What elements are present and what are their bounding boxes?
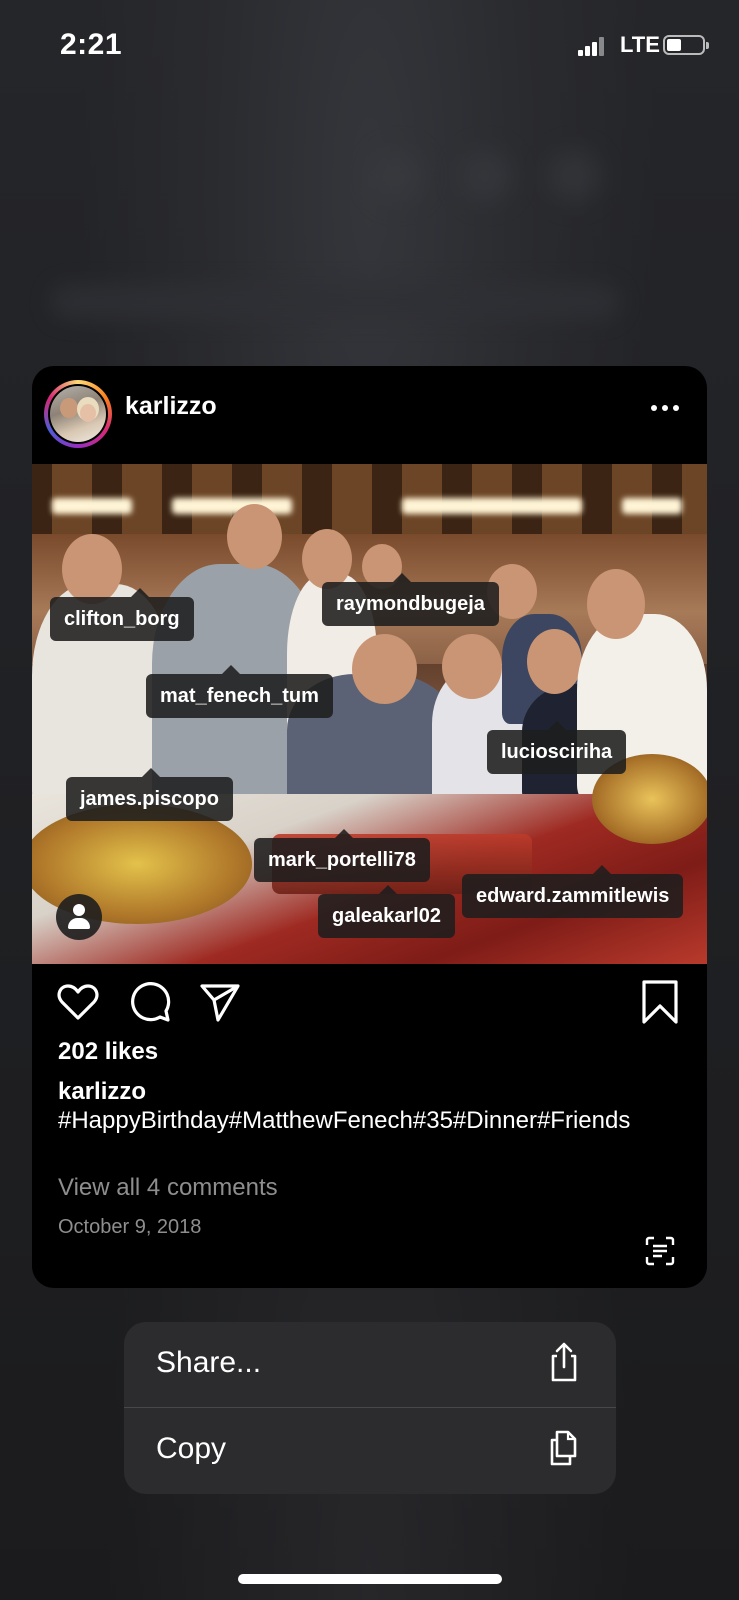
tagged-people-icon[interactable]	[56, 894, 102, 940]
photo-tag[interactable]: edward.zammitlewis	[462, 865, 684, 918]
comment-icon[interactable]	[126, 978, 174, 1026]
battery-icon	[663, 35, 709, 55]
caption-username[interactable]: karlizzo	[58, 1078, 146, 1106]
copy-menu-item[interactable]: Copy	[124, 1408, 616, 1493]
context-menu: Share... Copy	[124, 1322, 616, 1494]
photo-tag[interactable]: clifton_borg	[50, 588, 194, 641]
network-label: LTE	[620, 32, 660, 57]
view-comments-link[interactable]: View all 4 comments	[58, 1174, 278, 1202]
bookmark-icon[interactable]	[636, 978, 684, 1026]
home-indicator[interactable]	[238, 1574, 502, 1584]
copy-label: Copy	[156, 1432, 227, 1465]
scan-text-icon[interactable]	[645, 1236, 675, 1266]
post-username[interactable]: karlizzo	[125, 392, 217, 421]
photo-tag[interactable]: raymondbugeja	[322, 573, 499, 626]
post-header: karlizzo	[32, 366, 707, 462]
post-date: October 9, 2018	[58, 1216, 202, 1238]
photo-tag[interactable]: galeakarl02	[318, 885, 455, 938]
share-menu-item[interactable]: Share...	[124, 1322, 616, 1407]
post-photo[interactable]: clifton_borg raymondbugeja mat_fenech_tu…	[32, 464, 707, 964]
share-label: Share...	[156, 1346, 262, 1379]
heart-icon[interactable]	[54, 978, 102, 1026]
photo-tag[interactable]: mark_portelli78	[254, 829, 430, 882]
likes-count[interactable]: 202 likes	[58, 1038, 158, 1066]
send-icon[interactable]	[196, 978, 244, 1026]
more-icon[interactable]	[651, 398, 683, 418]
photo-tag[interactable]: james.piscopo	[66, 768, 233, 821]
status-time: 2:21	[60, 28, 123, 61]
post-actions	[32, 964, 707, 1034]
avatar[interactable]	[44, 380, 112, 448]
signal-icon	[578, 36, 604, 56]
post-card: karlizzo clifton_borg raymondbugeja mat_…	[32, 366, 707, 1288]
photo-tag[interactable]: mat_fenech_tum	[146, 665, 333, 718]
share-icon	[551, 1342, 577, 1382]
copy-icon	[550, 1430, 577, 1466]
status-bar: 2:21 LTE	[0, 0, 739, 90]
photo-tag[interactable]: luciosciriha	[487, 721, 627, 774]
caption-text: #HappyBirthday#MatthewFenech#35#Dinner#F…	[58, 1107, 631, 1134]
